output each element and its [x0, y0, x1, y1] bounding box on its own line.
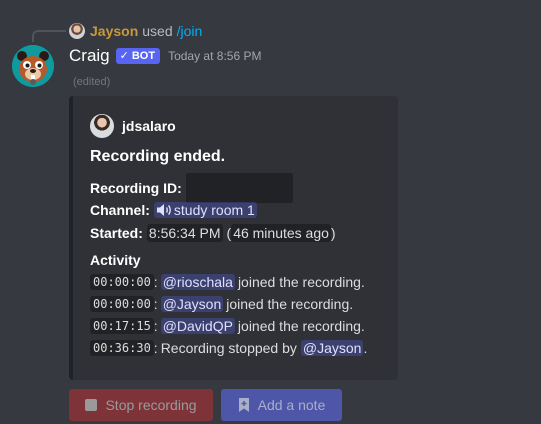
bot-avatar[interactable]	[12, 45, 54, 87]
activity-time: 00:36:30	[90, 340, 154, 356]
recording-embed: jdsalaro Recording ended. Recording ID: …	[69, 96, 398, 380]
interaction-command[interactable]: /join	[177, 23, 203, 39]
activity-text: joined the recording.	[237, 318, 365, 334]
activity-sep: :	[153, 274, 158, 290]
user-mention[interactable]: @DavidQP	[160, 318, 235, 334]
activity-row: 00:00:00 : @Jayson joined the recording.	[90, 296, 353, 312]
activity-row: 00:36:30 : Recording stopped by @Jayson …	[90, 340, 367, 356]
activity-heading: Activity	[90, 252, 141, 268]
recording-id-field: Recording ID:	[90, 173, 293, 203]
redacted-recording-id	[185, 173, 293, 203]
stop-recording-button[interactable]: Stop recording	[69, 389, 213, 421]
activity-row: 00:17:15 : @DavidQP joined the recording…	[90, 318, 365, 334]
bot-badge: ✓ BOT	[115, 48, 161, 64]
embed-author: jdsalaro	[90, 114, 176, 138]
activity-sep: :	[153, 296, 158, 312]
embed-author-avatar	[90, 114, 114, 138]
activity-sep: :	[153, 318, 158, 334]
started-relative-close: )	[330, 225, 336, 241]
activity-text: Recording stopped by	[160, 340, 297, 356]
bookmark-add-icon	[238, 398, 250, 412]
interaction-user-avatar[interactable]	[69, 23, 85, 39]
speaker-icon	[156, 204, 171, 216]
message-timestamp[interactable]: Today at 8:56 PM	[168, 49, 261, 63]
beaver-avatar-icon	[12, 45, 54, 87]
user-mention[interactable]: @rioschala	[160, 274, 235, 290]
author-name[interactable]: Craig	[69, 46, 110, 66]
channel-mention[interactable]: study room 1	[153, 202, 257, 218]
message-header: Craig ✓ BOT Today at 8:56 PM	[69, 44, 261, 68]
channel-field: Channel: study room 1	[90, 202, 257, 218]
stop-recording-label: Stop recording	[105, 397, 197, 413]
started-time: 8:56:34 PM	[146, 224, 223, 242]
interaction-username[interactable]: Jayson	[90, 23, 138, 39]
started-relative: 46 minutes ago	[231, 224, 331, 242]
interaction-used-text: used	[142, 23, 173, 39]
add-note-label: Add a note	[257, 397, 326, 413]
stop-square-icon	[85, 399, 98, 411]
activity-row: 00:00:00 : @rioschala joined the recordi…	[90, 274, 365, 290]
activity-text: joined the recording.	[226, 296, 354, 312]
user-mention[interactable]: @Jayson	[300, 340, 364, 356]
activity-suffix: .	[363, 340, 368, 356]
user-mention[interactable]: @Jayson	[160, 296, 224, 312]
activity-text: joined the recording.	[237, 274, 365, 290]
channel-mention-name: study room 1	[173, 202, 255, 218]
add-note-button[interactable]: Add a note	[221, 389, 342, 421]
reply-spine	[32, 30, 66, 42]
activity-time: 00:00:00	[90, 296, 154, 312]
chat-message: Jayson used /join Craig ✓ BOT Today at 8…	[0, 0, 541, 424]
edited-marker: (edited)	[73, 76, 111, 88]
activity-time: 00:00:00	[90, 274, 154, 290]
recording-id-label: Recording ID:	[90, 180, 182, 196]
activity-sep: :	[153, 340, 158, 356]
verified-check-icon: ✓	[119, 50, 129, 62]
started-field: Started: 8:56:34 PM ( 46 minutes ago )	[90, 224, 336, 242]
channel-label: Channel:	[90, 202, 150, 218]
started-label: Started:	[90, 225, 143, 241]
embed-author-name: jdsalaro	[122, 118, 176, 134]
activity-time: 00:17:15	[90, 318, 154, 334]
bot-badge-label: BOT	[131, 50, 156, 62]
interaction-row: Jayson used /join	[69, 22, 202, 40]
embed-title: Recording ended.	[90, 148, 226, 165]
